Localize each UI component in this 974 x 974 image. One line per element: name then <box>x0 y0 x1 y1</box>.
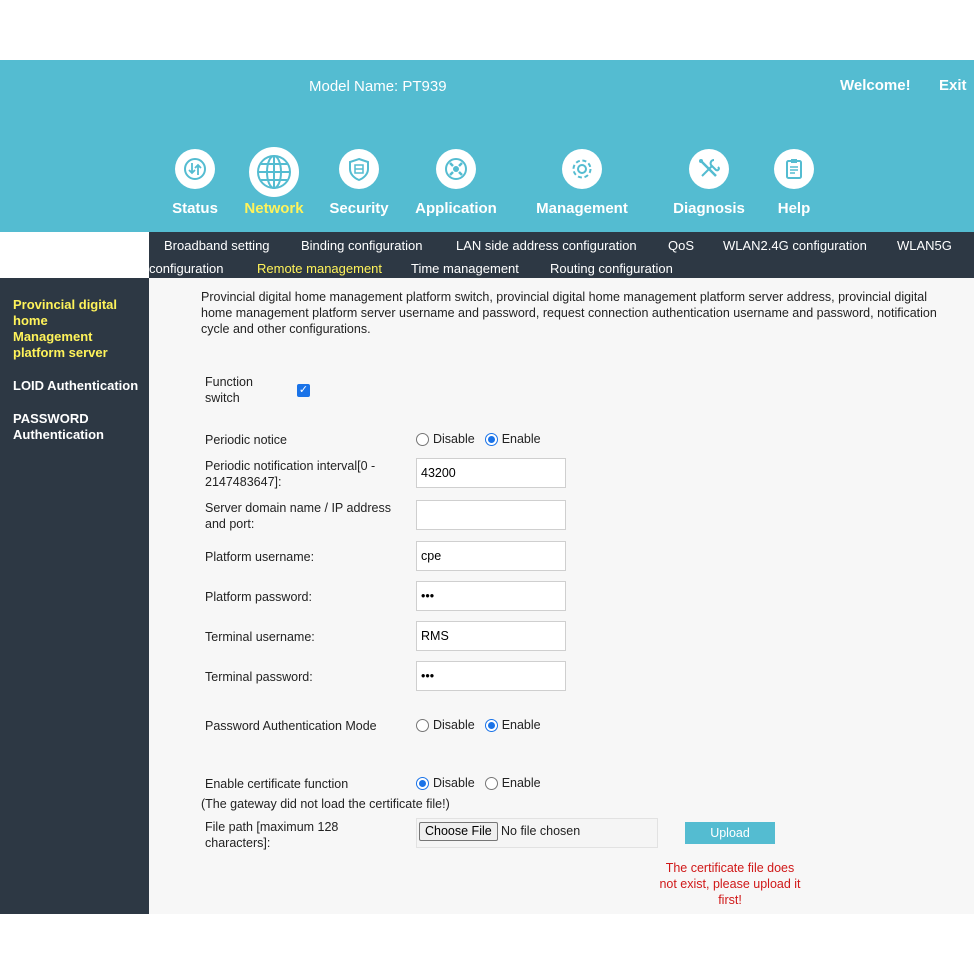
sidebar: Provincial digital home Management platf… <box>0 278 149 914</box>
exit-link[interactable]: Exit <box>939 77 967 94</box>
application-icon <box>436 149 476 189</box>
sidebar-item-label: home <box>13 313 48 328</box>
welcome-text: Welcome! <box>840 77 911 94</box>
password-auth-mode-label: Password Authentication Mode <box>205 719 377 733</box>
tools-icon <box>689 149 729 189</box>
file-path-label: File path [maximum 128 characters]: <box>205 820 339 850</box>
model-name: Model Name: PT939 <box>309 78 447 95</box>
radio-label: Enable <box>501 432 541 446</box>
nav-label: Management <box>536 200 628 217</box>
subnav-binding-configuration[interactable]: Binding configuration <box>301 238 422 253</box>
main-content: Provincial digital home management platf… <box>149 278 974 914</box>
sidebar-item-label: Authentication <box>13 427 104 442</box>
subnav-wlan24g[interactable]: WLAN2.4G configuration <box>723 238 867 253</box>
sidebar-item-loid-authentication[interactable]: LOID Authentication <box>13 378 141 394</box>
periodic-notice-label: Periodic notice <box>205 433 287 447</box>
header-bar: Model Name: PT939 Welcome! Exit Status N… <box>0 60 974 232</box>
server-address-input[interactable] <box>416 500 566 530</box>
nav-label: Diagnosis <box>673 200 745 217</box>
sidebar-item-label: Provincial digital <box>13 297 118 312</box>
platform-username-input[interactable] <box>416 541 566 571</box>
nav-label: Network <box>244 200 304 217</box>
file-input: Choose File No file chosen <box>416 818 658 848</box>
shield-icon <box>339 149 379 189</box>
sidebar-item-label: LOID Authentication <box>13 378 139 393</box>
certificate-radio-group: Disable Enable <box>416 776 551 790</box>
nav-label: Status <box>172 200 218 217</box>
certificate-disable-radio[interactable] <box>416 776 429 790</box>
password-auth-mode-radio-group: Disable Enable <box>416 718 551 732</box>
interval-label: Periodic notification interval[0 - 21474… <box>205 459 376 489</box>
function-switch-checkbox[interactable]: ✓ <box>297 384 310 397</box>
periodic-notice-enable-radio[interactable] <box>484 432 498 446</box>
subnav-wlan5g-configuration[interactable]: configuration <box>149 261 223 276</box>
sidebar-item-label: PASSWORD <box>13 411 89 426</box>
sidebar-item-management-platform-server[interactable]: Provincial digital home Management platf… <box>13 297 141 361</box>
nav-label: Help <box>777 200 811 217</box>
radio-label: Enable <box>501 776 541 790</box>
status-icon <box>175 149 215 189</box>
interval-input[interactable] <box>416 458 566 488</box>
subnav-broadband-setting[interactable]: Broadband setting <box>164 238 270 253</box>
terminal-password-input[interactable] <box>416 661 566 691</box>
password-auth-disable-radio[interactable] <box>416 718 429 732</box>
certificate-enable-radio[interactable] <box>484 776 498 790</box>
certificate-note: (The gateway did not load the certificat… <box>201 797 450 811</box>
no-file-chosen-text: No file chosen <box>501 824 581 838</box>
upload-button[interactable]: Upload <box>685 822 775 844</box>
radio-label: Disable <box>433 776 475 790</box>
platform-password-label: Platform password: <box>205 590 312 604</box>
certificate-error-message: The certificate file does not exist, ple… <box>659 861 801 907</box>
gear-icon <box>562 149 602 189</box>
subnav-remote-management[interactable]: Remote management <box>257 261 382 276</box>
password-auth-enable-radio[interactable] <box>484 718 498 732</box>
nav-label: Security <box>329 200 389 217</box>
subnav-routing-configuration[interactable]: Routing configuration <box>550 261 673 276</box>
terminal-username-label: Terminal username: <box>205 630 315 644</box>
choose-file-button[interactable]: Choose File <box>419 822 498 841</box>
globe-icon <box>249 147 299 197</box>
terminal-username-input[interactable] <box>416 621 566 651</box>
platform-username-label: Platform username: <box>205 550 315 564</box>
periodic-notice-radio-group: Disable Enable <box>416 432 551 446</box>
radio-label: Disable <box>433 432 475 446</box>
nav-label: Application <box>415 200 497 217</box>
subnav-qos[interactable]: QoS <box>668 238 694 253</box>
page-description: Provincial digital home management platf… <box>201 290 937 336</box>
function-switch-label: Function switch <box>205 375 253 405</box>
sub-navigation: Broadband setting Binding configuration … <box>149 232 974 278</box>
subnav-lan-address-configuration[interactable]: LAN side address configuration <box>456 238 637 253</box>
subnav-wlan5g[interactable]: WLAN5G <box>897 238 952 253</box>
sidebar-item-label: platform server <box>13 345 108 360</box>
server-address-label: Server domain name / IP address and port… <box>205 501 391 531</box>
periodic-notice-disable-radio[interactable] <box>416 432 429 446</box>
certificate-function-label: Enable certificate function <box>205 777 349 791</box>
clipboard-icon <box>774 149 814 189</box>
terminal-password-label: Terminal password: <box>205 670 313 684</box>
radio-label: Disable <box>433 718 475 732</box>
radio-label: Enable <box>501 718 541 732</box>
platform-password-input[interactable] <box>416 581 566 611</box>
sidebar-item-label: Management <box>13 329 93 344</box>
sidebar-item-password-authentication[interactable]: PASSWORD Authentication <box>13 411 141 443</box>
subnav-time-management[interactable]: Time management <box>411 261 519 276</box>
